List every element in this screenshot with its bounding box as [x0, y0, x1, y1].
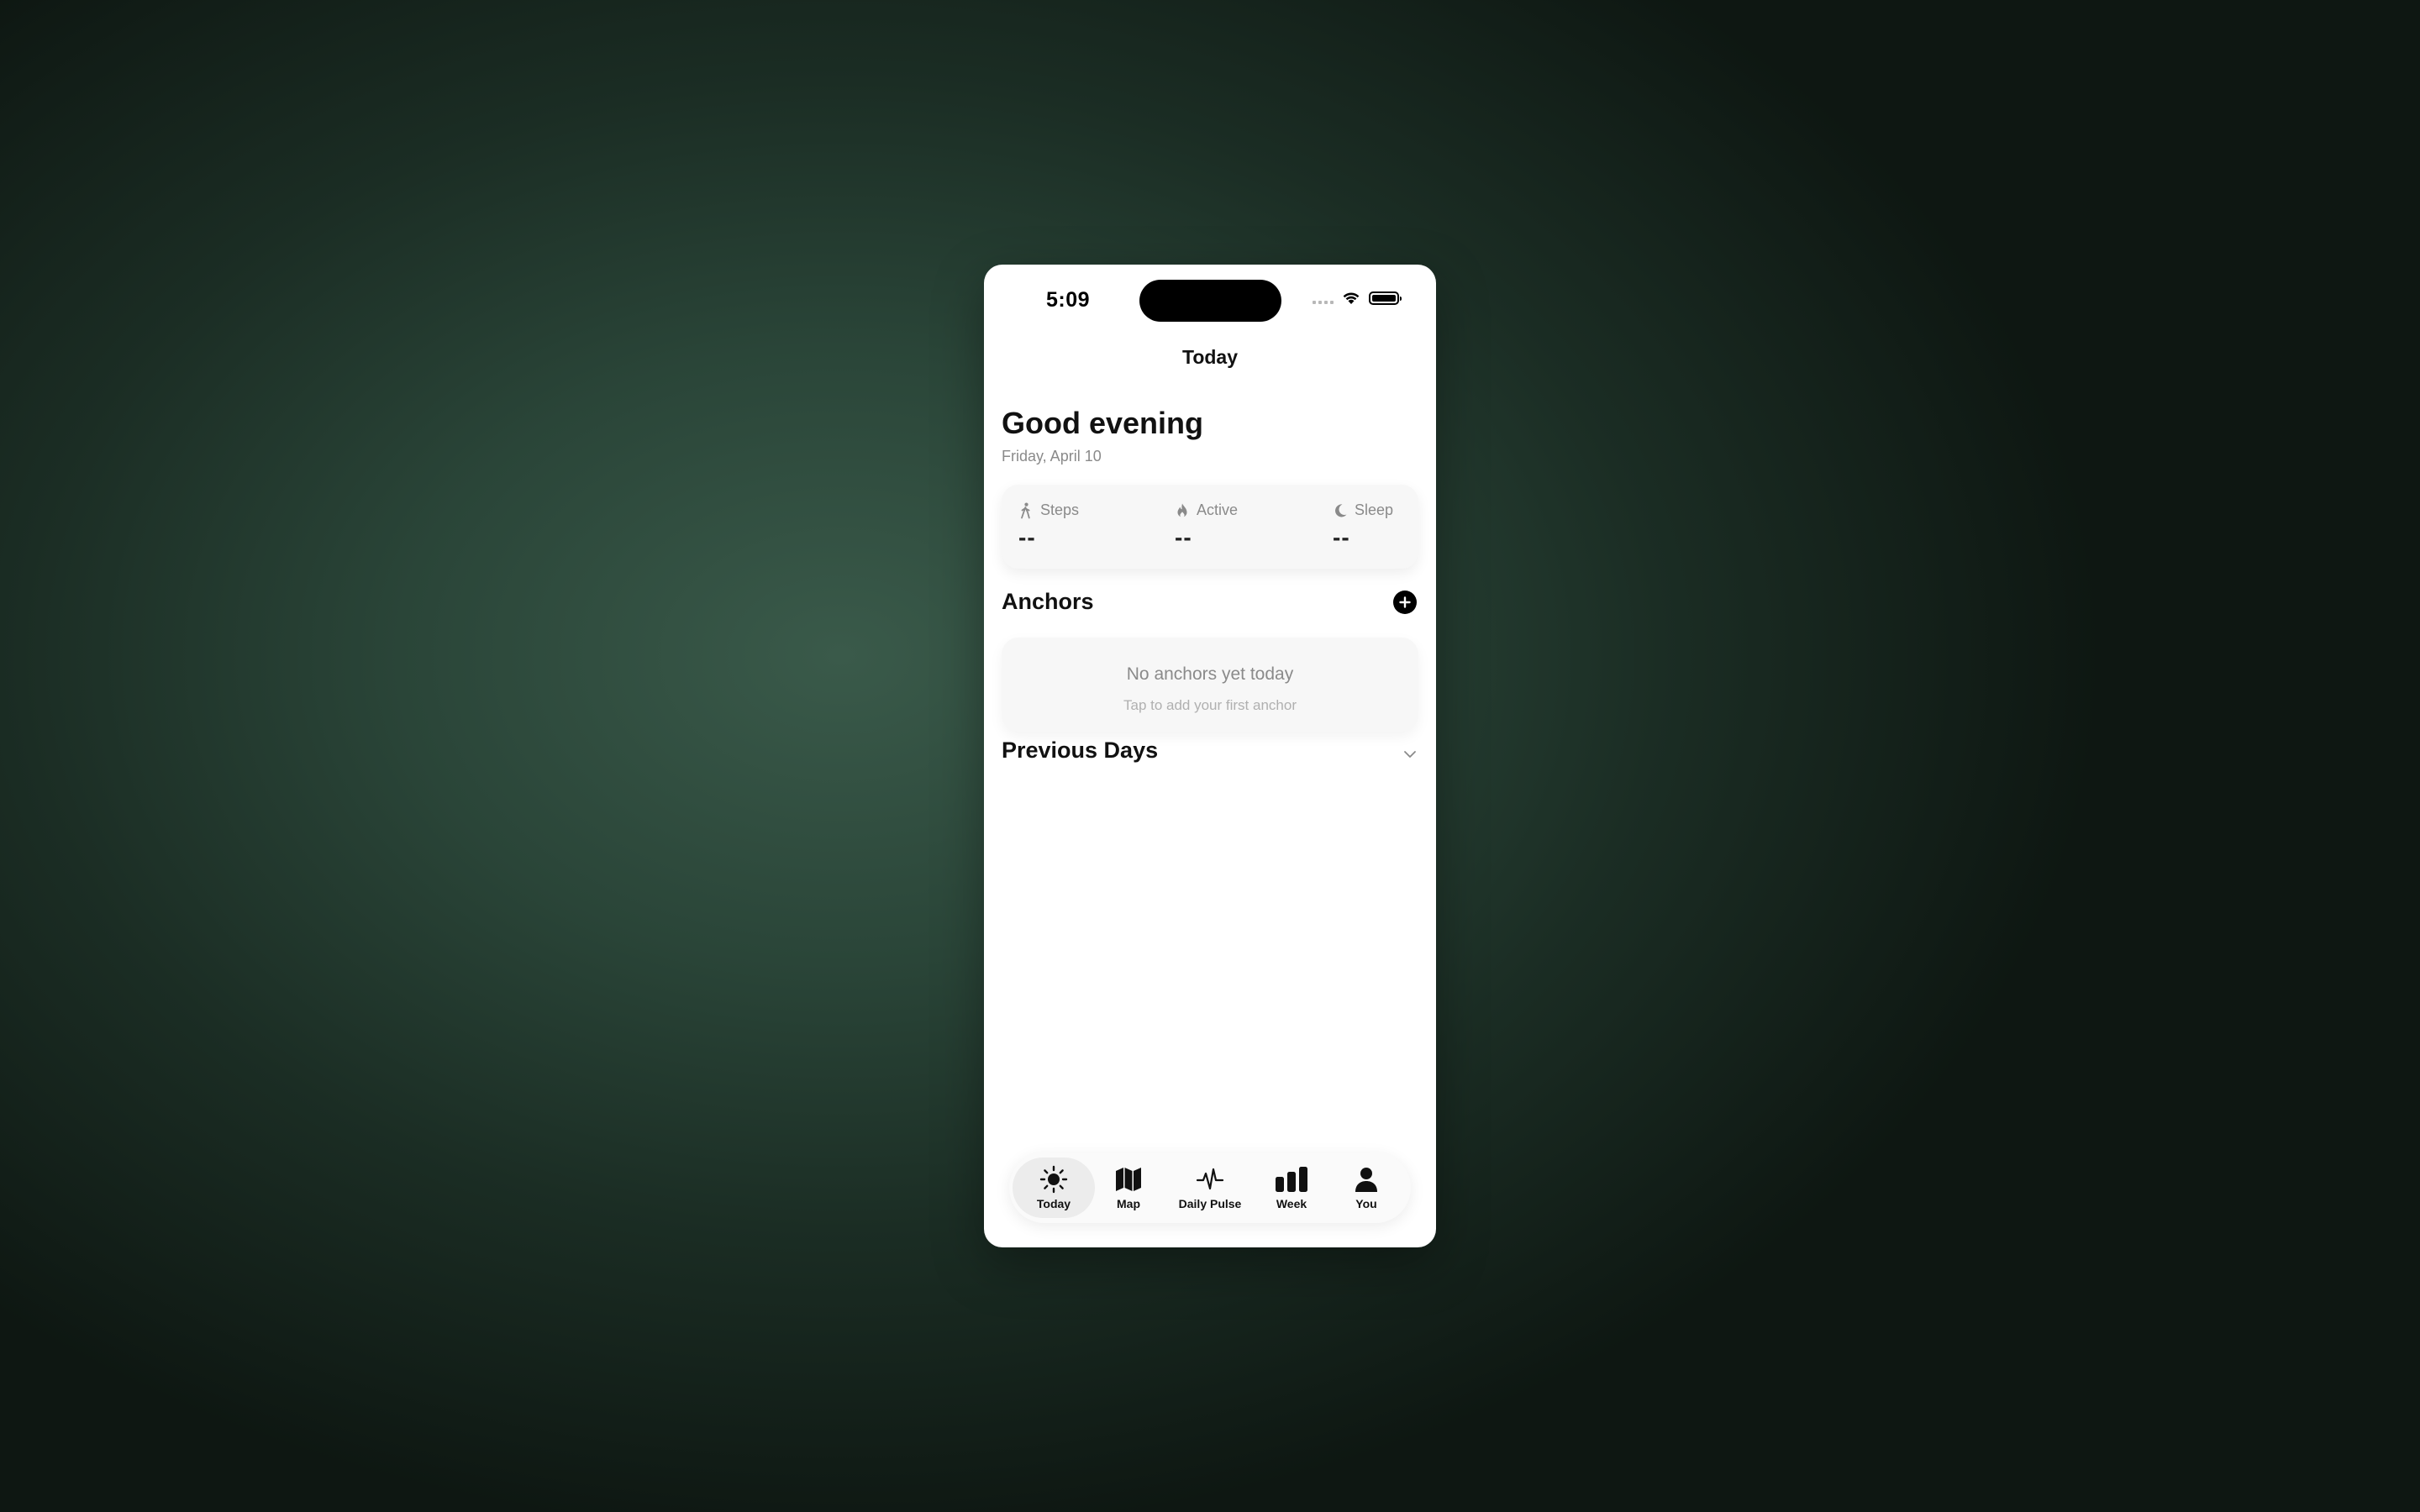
phone-screen: 5:09 Today Good evening Friday, April 10: [984, 265, 1436, 1247]
tab-label: You: [1355, 1197, 1377, 1210]
nav-title: Today: [1181, 346, 1239, 368]
anchors-empty-state[interactable]: No anchors yet today Tap to add your fir…: [1002, 638, 1418, 732]
stat-steps[interactable]: Steps --: [1018, 501, 1079, 551]
tab-label: Today: [1036, 1197, 1071, 1210]
tab-week[interactable]: Week: [1258, 1158, 1325, 1218]
tab-label: Daily Pulse: [1178, 1197, 1242, 1210]
moon-icon: [1335, 503, 1347, 517]
battery-icon: [1369, 291, 1402, 305]
tab-label: Map: [1117, 1197, 1140, 1210]
status-bar: 5:09: [984, 265, 1436, 340]
stats-card[interactable]: Steps -- Active -- Sleep --: [1002, 485, 1418, 569]
cellular-signal-icon: [1313, 301, 1334, 304]
stat-value: --: [1333, 524, 1350, 550]
walking-icon: [1021, 502, 1030, 518]
tab-you[interactable]: You: [1325, 1158, 1407, 1218]
wifi-icon: [1343, 292, 1360, 304]
status-time: 5:09: [1046, 288, 1091, 312]
stat-label: Sleep: [1355, 501, 1394, 518]
tab-map[interactable]: Map: [1095, 1158, 1162, 1218]
date-label: Friday, April 10: [1002, 448, 1102, 465]
add-anchor-button[interactable]: [1393, 591, 1417, 614]
stat-value: --: [1175, 524, 1192, 550]
stat-active[interactable]: Active --: [1175, 501, 1238, 551]
plus-circle-icon: [1399, 596, 1411, 608]
empty-state-title: No anchors yet today: [1126, 664, 1294, 684]
status-icons: [1313, 291, 1402, 305]
person-icon: [1355, 1168, 1377, 1192]
pulse-icon: [1196, 1168, 1224, 1190]
bar-chart-icon: [1276, 1167, 1307, 1192]
greeting-heading: Good evening: [1002, 406, 1204, 440]
stat-sleep[interactable]: Sleep --: [1333, 501, 1393, 551]
sun-icon: [1039, 1165, 1068, 1194]
stat-label: Active: [1197, 501, 1239, 518]
map-icon: [1116, 1168, 1141, 1191]
tab-bar: Today Map Daily Pulse Week You: [1009, 1152, 1411, 1223]
dynamic-island: [1139, 280, 1281, 322]
tab-daily-pulse[interactable]: Daily Pulse: [1162, 1158, 1258, 1218]
chevron-down-icon[interactable]: [1402, 747, 1418, 762]
tab-today[interactable]: Today: [1013, 1158, 1095, 1218]
anchors-heading: Anchors: [1002, 589, 1094, 614]
empty-state-subtitle: Tap to add your first anchor: [1123, 697, 1297, 713]
stat-value: --: [1018, 524, 1036, 550]
previous-days-heading[interactable]: Previous Days: [1002, 738, 1158, 764]
stat-label: Steps: [1040, 501, 1080, 518]
flame-icon: [1177, 503, 1187, 517]
tab-label: Week: [1276, 1197, 1307, 1210]
